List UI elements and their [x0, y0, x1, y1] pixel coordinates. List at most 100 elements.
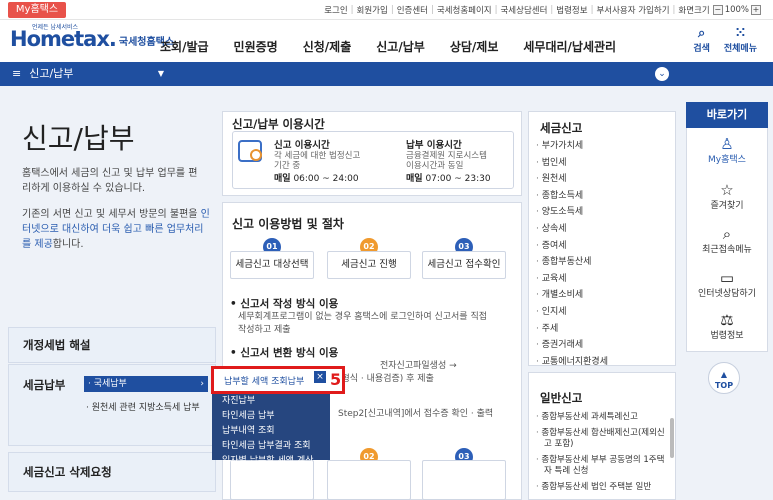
clock-icon: [238, 140, 262, 162]
list-item[interactable]: 종합소득세: [536, 188, 608, 205]
nts-homepage-link[interactable]: 국세청홈페이지: [437, 4, 492, 16]
chevron-down-icon: ▼: [157, 69, 164, 78]
list-item[interactable]: 상속세: [536, 221, 608, 238]
tax-report-delete-box[interactable]: 세금신고 삭제요청: [8, 452, 216, 492]
national-tax-payment-item[interactable]: · 국세납부 ›: [84, 376, 208, 392]
logo-tagline: 언제든 납세서비스: [32, 24, 79, 31]
report-method-title: 신고 이용방법 및 절차: [232, 217, 344, 231]
section-convert-text-2: (형식 · 내용검증) 후 제출: [338, 374, 434, 384]
general-report-list: 종합부동산세 과세특례신고 종합부동산세 합산배제신고(제외신고 포함) 종합부…: [536, 412, 666, 498]
list-item[interactable]: 종합부동산세 부부 공동명의 1주택자 특례 신청: [536, 455, 666, 477]
payment-submenu-list: 자진납부 타인세금 납부 납부내역 조회 타인세금 납부결과 조회 일자별 납부…: [222, 394, 313, 469]
arrow-up-icon: ▲: [720, 370, 728, 379]
list-item[interactable]: 인지세: [536, 304, 608, 321]
zoom-out-button[interactable]: −: [712, 5, 723, 15]
payment-time-block: 납부 이용시간 금융결제원 지로시스템 이용시간과 동일 매일 07:00 ~ …: [406, 140, 491, 184]
gnb-inquiry[interactable]: 조회/발급: [160, 38, 209, 55]
section-convert-title: • 신고서 변환 방식 이용: [230, 347, 339, 359]
gnb-tax-agent[interactable]: 세무대리/납세관리: [523, 38, 616, 55]
list-item[interactable]: 종합부동산세 법인 주택분 일반: [536, 482, 666, 493]
monitor-icon: ▭: [719, 269, 735, 287]
grid-menu-icon: ⁙: [734, 26, 746, 41]
tax-payment-label: 세금납부: [23, 378, 66, 392]
section-convert-text-3: Step2[신고내역]에서 접수증 확인 · 출력: [338, 409, 494, 419]
report-time-block: 신고 이용시간 각 세금에 대한 법정신고 기간 중 매일 06:00 ~ 24…: [274, 140, 361, 184]
login-link[interactable]: 로그인: [324, 4, 347, 16]
signup-link[interactable]: 회원가입: [357, 4, 388, 16]
list-item[interactable]: 원천세: [536, 171, 608, 188]
history-icon: ⌕: [722, 225, 732, 243]
zoom-level: 100%: [724, 5, 749, 15]
quick-links-title: 바로가기: [686, 102, 768, 128]
list-item[interactable]: 증여세: [536, 238, 608, 255]
star-icon: ☆: [720, 181, 734, 199]
list-item[interactable]: 증권거래세: [536, 337, 608, 354]
all-menu-button[interactable]: ⁙ 전체메뉴: [724, 26, 757, 55]
gavel-icon: ⚖: [720, 311, 734, 329]
hometax-logo[interactable]: 언제든 납세서비스 Hometax. 국세청홈택스: [10, 24, 174, 51]
list-item[interactable]: 개별소비세: [536, 287, 608, 304]
page-description-2: 기존의 서면 신고 및 세무서 방문의 불편을 인터넷으로 대신하여 더욱 쉽고…: [22, 209, 210, 250]
expand-chevron-icon[interactable]: ⌄: [655, 67, 669, 81]
submenu-item[interactable]: 납부내역 조회: [222, 424, 313, 439]
gnb-certificate[interactable]: 민원증명: [234, 38, 278, 55]
gnb-consult[interactable]: 상담/제보: [450, 38, 499, 55]
list-item[interactable]: 교육세: [536, 271, 608, 288]
general-report-title: 일반신고: [540, 391, 583, 405]
logo-tax-text: tax.: [74, 27, 117, 51]
close-icon[interactable]: ×: [314, 371, 326, 383]
bottom-step-3[interactable]: [422, 460, 506, 500]
submenu-item[interactable]: 일자별 납부할 세액 계산: [222, 454, 313, 469]
usage-time-title: 신고/납부 이용시간: [232, 117, 325, 131]
section-direct-write-title: • 신고서 작성 방식 이용: [230, 298, 339, 310]
list-item[interactable]: 종합부동산세 과세특례신고: [536, 412, 666, 423]
section-selector[interactable]: ≡ 신고/납부 ▼: [8, 65, 164, 83]
search-icon: ⌕: [697, 26, 706, 41]
page-description: 홈택스에서 세금의 신고 및 납부 업무를 편리하게 이용하실 수 있습니다.: [22, 168, 198, 194]
consult-center-link[interactable]: 국세상담센터: [500, 4, 547, 16]
law-info-link[interactable]: 법령정보: [556, 4, 587, 16]
search-button[interactable]: ⌕ 검색: [693, 26, 710, 55]
quick-recent-menu[interactable]: ⌕ 최근접속메뉴: [686, 226, 768, 255]
list-scrollbar[interactable]: [670, 418, 674, 458]
section-direct-write-text: 세무회계프로그램이 없는 경우 홈택스에 로그인하여 신고서를 직접 작성하고 제…: [238, 312, 488, 335]
gnb-report-payment[interactable]: 신고/납부: [376, 38, 425, 55]
quick-law-info[interactable]: ⚖ 법령정보: [686, 312, 768, 341]
quick-my-hometax[interactable]: ♙ My홈택스: [686, 136, 768, 165]
tax-law-commentary-box[interactable]: 개정세법 해설: [8, 327, 216, 363]
chevron-right-icon: ›: [200, 379, 204, 389]
quick-favorites[interactable]: ☆ 즐겨찾기: [686, 182, 768, 211]
step-select-target[interactable]: 세금신고 대상선택: [230, 251, 314, 279]
zoom-in-button[interactable]: +: [751, 5, 761, 15]
step-proceed-report[interactable]: 세금신고 진행: [327, 251, 411, 279]
local-income-tax-item[interactable]: · 원천세 관련 지방소득세 납부: [86, 400, 200, 413]
page-title: 신고/납부: [22, 122, 135, 155]
list-item[interactable]: 종합부동산세: [536, 254, 608, 271]
scroll-top-button[interactable]: ▲ TOP: [708, 362, 740, 394]
tax-report-list: 부가가치세 법인세 원천세 종합소득세 양도소득세 상속세 증여세 종합부동산세…: [536, 138, 608, 370]
section-convert-text-1: 전자신고파일생성 →: [380, 361, 457, 371]
list-item[interactable]: 주세: [536, 321, 608, 338]
tax-report-list-title: 세금신고: [540, 121, 583, 135]
list-item[interactable]: 부가가치세: [536, 138, 608, 155]
gnb-application[interactable]: 신청/제출: [303, 38, 352, 55]
hamburger-icon: ≡: [12, 67, 22, 80]
submenu-item[interactable]: 타인세금 납부결과 조회: [222, 439, 313, 454]
person-icon: ♙: [720, 135, 734, 153]
list-item[interactable]: 법인세: [536, 155, 608, 172]
my-hometax-tab[interactable]: My홈택스: [8, 2, 66, 18]
list-item[interactable]: 교통에너지환경세: [536, 354, 608, 371]
submenu-item[interactable]: 타인세금 납부: [222, 409, 313, 424]
annotation-step-number: 5: [330, 370, 342, 389]
bottom-step-2[interactable]: [327, 460, 411, 500]
list-item[interactable]: 양도소득세: [536, 204, 608, 221]
list-item[interactable]: 종합부동산세 합산배제신고(제외신고 포함): [536, 428, 666, 450]
cert-center-link[interactable]: 인증센터: [397, 4, 428, 16]
step-confirm-receipt[interactable]: 세금신고 접수확인: [422, 251, 506, 279]
header-actions: ⌕ 검색 ⁙ 전체메뉴: [693, 26, 757, 55]
section-selector-label: 신고/납부: [29, 67, 74, 80]
submenu-item[interactable]: 자진납부: [222, 394, 313, 409]
screen-size-label: 화면크기: [678, 6, 710, 16]
dept-user-link[interactable]: 부서사용자 가입하기: [596, 4, 669, 16]
quick-online-consult[interactable]: ▭ 인터넷상담하기: [686, 270, 768, 299]
